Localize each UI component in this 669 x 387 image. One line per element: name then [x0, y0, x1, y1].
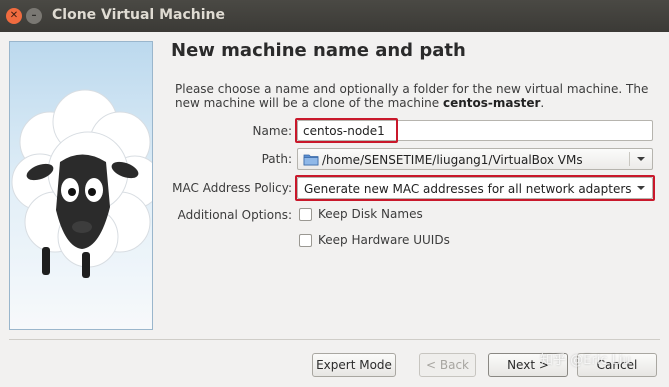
folder-icon [303, 154, 319, 166]
description-end: . [540, 96, 545, 110]
close-icon[interactable]: ✕ [6, 8, 22, 24]
name-field[interactable]: centos-node1 [297, 120, 653, 141]
page-description: Please choose a name and optionally a fo… [175, 82, 660, 110]
expert-mode-button[interactable]: Expert Mode [312, 353, 396, 377]
keep-disk-names-checkbox[interactable] [299, 208, 312, 221]
mac-policy-select[interactable]: Generate new MAC addresses for all netwo… [297, 177, 653, 199]
combo-separator [629, 152, 630, 166]
page-title: New machine name and path [171, 40, 466, 61]
window-title: Clone Virtual Machine [52, 7, 226, 23]
chevron-down-icon [637, 157, 645, 161]
minimize-icon[interactable]: – [26, 8, 42, 24]
source-machine-name: centos-master [442, 96, 541, 110]
mac-policy-value: Generate new MAC addresses for all netwo… [304, 182, 632, 196]
description-text: Please choose a name and optionally a fo… [175, 82, 649, 110]
back-button[interactable]: < Back [419, 353, 476, 377]
button-divider [9, 339, 660, 340]
name-label: Name: [252, 124, 292, 138]
watermark-text: 知乎 @Eric Liu [540, 353, 631, 368]
sheep-illustration [11, 89, 152, 278]
name-value: centos-node1 [303, 124, 385, 138]
title-bar: ✕ – Clone Virtual Machine [0, 0, 669, 32]
mac-policy-label: MAC Address Policy: [172, 181, 292, 195]
keep-hardware-uuids-label: Keep Hardware UUIDs [318, 233, 450, 247]
keep-hardware-uuids-checkbox[interactable] [299, 234, 312, 247]
additional-options-label: Additional Options: [177, 208, 292, 222]
keep-disk-names-label: Keep Disk Names [318, 207, 423, 221]
path-value: /home/SENSETIME/liugang1/VirtualBox VMs [322, 153, 583, 167]
chevron-down-icon [637, 186, 645, 190]
wizard-image-panel [9, 41, 153, 330]
path-selector[interactable]: /home/SENSETIME/liugang1/VirtualBox VMs [297, 148, 653, 170]
path-label: Path: [261, 152, 292, 166]
